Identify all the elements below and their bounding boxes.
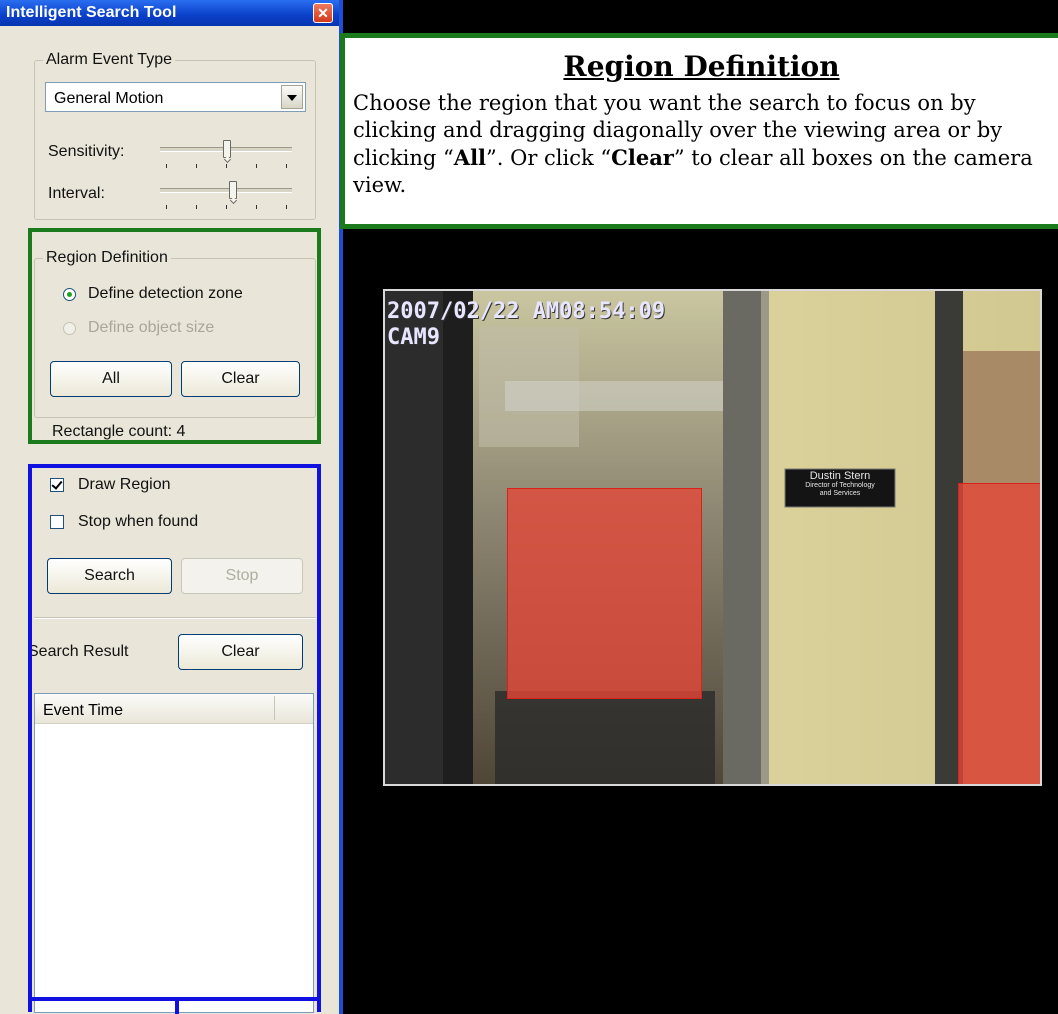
region-clear-button[interactable]: Clear: [181, 361, 300, 397]
stop-when-found-label[interactable]: Stop when found: [78, 513, 198, 531]
camera-osd: 2007/02/22 AM08:54:09 CAM9: [387, 299, 665, 351]
intelligent-search-tool-panel: Intelligent Search Tool ✕ Alarm Event Ty…: [0, 0, 343, 1014]
region-definition-callout: Region Definition Choose the region that…: [340, 33, 1058, 229]
alarm-event-type-select[interactable]: General Motion: [45, 82, 306, 112]
all-button[interactable]: All: [50, 361, 172, 397]
callout-title: Region Definition: [563, 50, 840, 83]
window-title: Intelligent Search Tool: [6, 4, 177, 21]
interval-slider-thumb[interactable]: [229, 181, 237, 199]
draw-region-label[interactable]: Draw Region: [78, 476, 170, 494]
search-button[interactable]: Search: [47, 558, 172, 594]
stop-button[interactable]: Stop: [181, 558, 303, 594]
result-clear-button[interactable]: Clear: [178, 634, 303, 670]
window-titlebar[interactable]: Intelligent Search Tool ✕: [0, 0, 339, 26]
alarm-event-type-value: General Motion: [54, 90, 164, 107]
camera-view[interactable]: Dustin Stern Director of Technology and …: [383, 289, 1042, 786]
draw-region-checkbox[interactable]: [50, 478, 64, 492]
sensitivity-slider[interactable]: [160, 140, 292, 170]
sign-title-1: Director of Technology: [805, 482, 875, 489]
column-event-time[interactable]: Event Time: [43, 702, 123, 720]
region-definition-legend: Region Definition: [43, 249, 171, 267]
chevron-down-icon[interactable]: [281, 85, 303, 109]
alarm-event-type-legend: Alarm Event Type: [43, 51, 175, 69]
interval-label: Interval:: [48, 185, 105, 202]
define-object-size-radio[interactable]: [63, 322, 76, 335]
sensitivity-slider-thumb[interactable]: [223, 140, 231, 158]
detection-zone[interactable]: [507, 488, 702, 699]
detection-zone[interactable]: [958, 483, 1040, 784]
sign-title-2: and Services: [819, 490, 861, 497]
define-detection-zone-label[interactable]: Define detection zone: [88, 285, 243, 303]
column-separator[interactable]: [274, 696, 275, 720]
search-result-label: Search Result: [28, 643, 129, 660]
list-header: Event Time: [35, 694, 313, 724]
search-result-list[interactable]: Event Time: [34, 693, 314, 1013]
interval-slider[interactable]: [160, 181, 292, 211]
stop-when-found-checkbox[interactable]: [50, 515, 64, 529]
define-object-size-label: Define object size: [88, 319, 215, 336]
search-divider: [34, 617, 316, 619]
sensitivity-label: Sensitivity:: [48, 143, 125, 160]
camera-timestamp: 2007/02/22 AM08:54:09: [387, 299, 666, 324]
define-detection-zone-radio[interactable]: [63, 288, 76, 301]
camera-channel: CAM9: [387, 325, 440, 350]
sign-name: Dustin Stern: [809, 470, 871, 482]
callout-text: Choose the region that you want the sear…: [353, 91, 1033, 197]
rectangle-count: Rectangle count: 4: [52, 423, 186, 440]
close-icon[interactable]: ✕: [313, 3, 333, 23]
name-sign: Dustin Stern Director of Technology and …: [785, 471, 895, 498]
camera-scene: [385, 291, 1040, 784]
